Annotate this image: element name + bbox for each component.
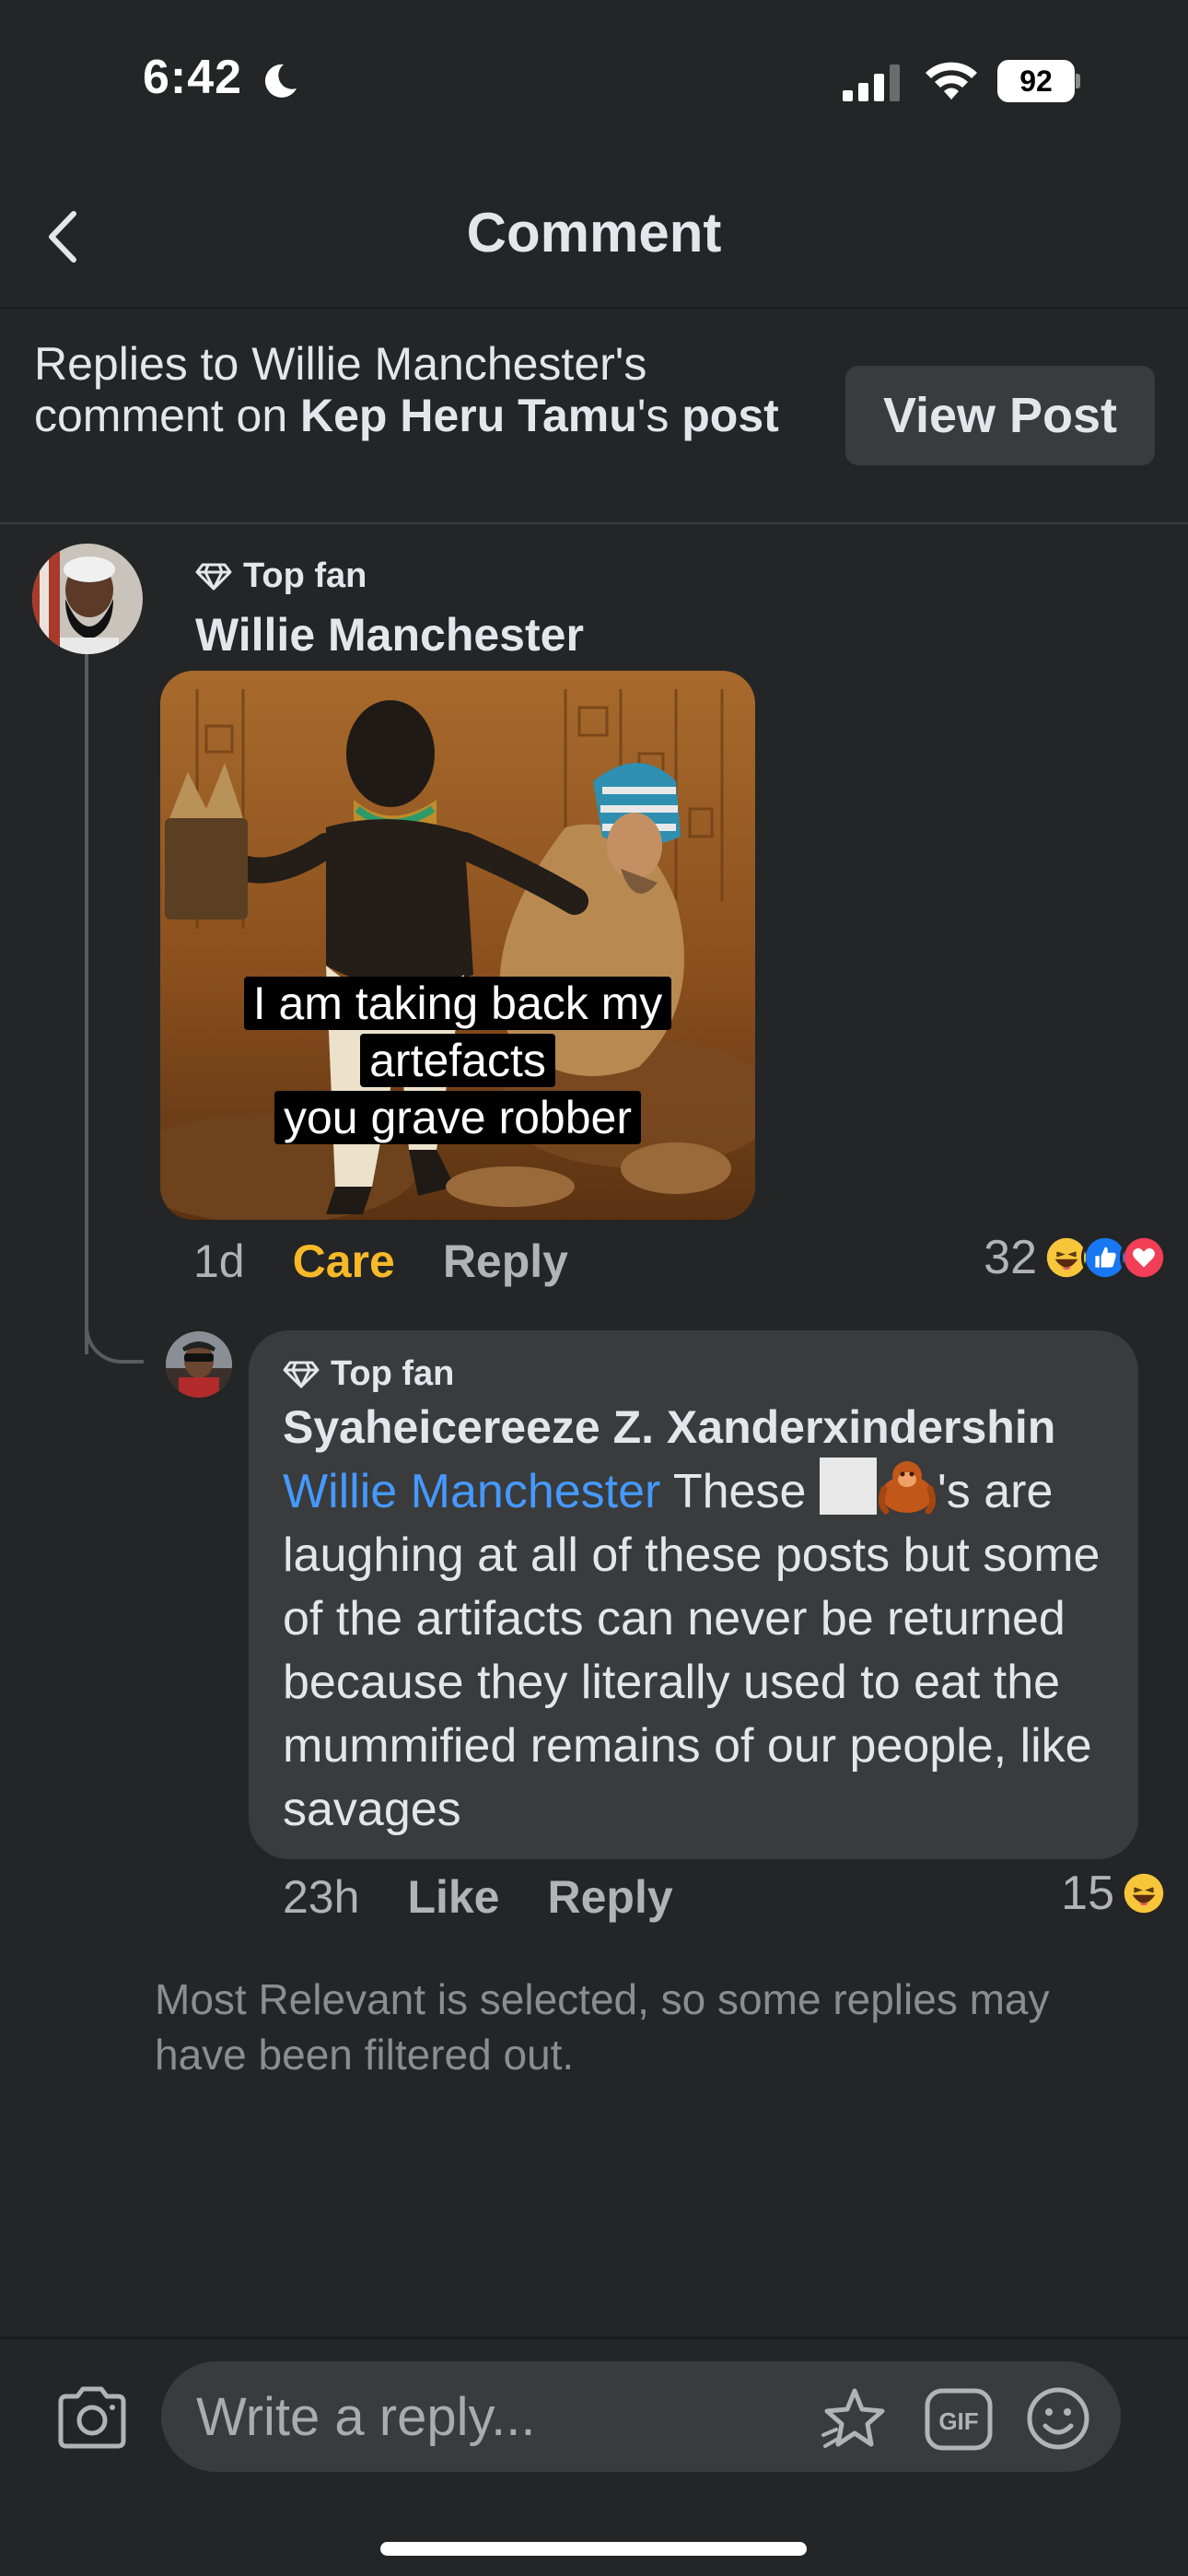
care-reaction-button[interactable]: Care <box>293 1235 395 1288</box>
top-fan-label: Top fan <box>243 556 367 595</box>
filter-notice: Most Relevant is selected, so some repli… <box>155 1975 1050 2078</box>
caption-line-2: artefacts <box>360 1034 555 1087</box>
status-time: 6:42 <box>143 51 243 104</box>
reply-text-part-2: 's are laughing at all of these posts bu… <box>283 1465 1101 1836</box>
nav-header: Comment <box>0 157 1188 309</box>
moon-icon <box>264 64 297 98</box>
emoji-icon[interactable] <box>1025 2385 1091 2452</box>
page-title: Comment <box>466 202 722 263</box>
battery-tip <box>1076 74 1080 88</box>
view-post-button[interactable]: View Post <box>845 366 1155 465</box>
thread-connector-curve <box>85 1308 144 1364</box>
avatar-willie-manchester[interactable] <box>32 544 143 654</box>
reply-author-name[interactable]: Syaheicereeze Z. Xanderxindershin <box>283 1400 1055 1454</box>
love-reaction-icon <box>1120 1234 1168 1282</box>
orangutan-emoji-icon <box>878 1461 936 1515</box>
comment-author-name[interactable]: Willie Manchester <box>195 608 584 662</box>
image-caption: I am taking back my artefacts you grave … <box>160 975 755 1146</box>
top-fan-label: Top fan <box>331 1354 455 1393</box>
banner-post-word[interactable]: post <box>681 390 779 441</box>
status-bar: 6:42 92 <box>0 0 1188 157</box>
top-fan-badge: Top fan <box>195 556 367 596</box>
reaction-count: 15 <box>1061 1867 1114 1920</box>
thread-connector-line <box>85 654 88 1354</box>
reply-button[interactable]: Reply <box>548 1870 673 1924</box>
white-square-emoji <box>819 1458 877 1515</box>
comment-image[interactable]: I am taking back my artefacts you grave … <box>160 671 755 1220</box>
reaction-summary[interactable]: 32 <box>984 1230 1168 1285</box>
banner-possessive: 's <box>636 390 682 441</box>
reply-age: 23h <box>283 1871 360 1923</box>
signal-icon <box>843 64 900 101</box>
reaction-count: 32 <box>984 1231 1037 1284</box>
wifi-icon <box>926 62 977 100</box>
comment-actions: 1d Care Reply <box>193 1235 568 1288</box>
diamond-icon <box>195 563 232 590</box>
gif-icon[interactable]: GIF <box>924 2387 994 2452</box>
replies-context-text: Replies to Willie Manchester's comment o… <box>34 338 808 441</box>
avatar-syaheicereeze[interactable] <box>166 1331 232 1398</box>
replies-banner: Replies to Willie Manchester's comment o… <box>0 310 1188 524</box>
comment-screen: 6:42 92 Comment Replies to Willie Manche… <box>0 0 1188 2576</box>
svg-text:GIF: GIF <box>938 2407 978 2435</box>
top-fan-badge-reply: Top fan <box>283 1354 454 1394</box>
camera-icon[interactable] <box>55 2385 129 2450</box>
battery-level: 92 <box>1019 64 1053 98</box>
reply-button[interactable]: Reply <box>443 1235 568 1288</box>
reply-text: Willie Manchester These 's are laughing … <box>283 1458 1116 1842</box>
comment-age: 1d <box>193 1235 245 1287</box>
haha-reaction-icon <box>1120 1869 1168 1917</box>
reply-reaction-summary[interactable]: 15 <box>1061 1866 1168 1921</box>
home-indicator[interactable] <box>380 2542 807 2556</box>
diamond-icon <box>283 1361 320 1388</box>
mention-link[interactable]: Willie Manchester <box>283 1465 660 1518</box>
reply-actions: 23h Like Reply <box>283 1870 673 1924</box>
caption-line-1: I am taking back my <box>243 977 672 1030</box>
battery-indicator: 92 <box>997 60 1080 102</box>
caption-line-3: you grave robber <box>274 1091 641 1144</box>
like-button[interactable]: Like <box>407 1870 499 1924</box>
banner-page-name[interactable]: Kep Heru Tamu <box>300 390 637 441</box>
reply-composer: GIF <box>0 2336 1188 2576</box>
avatar-sticker-icon[interactable] <box>820 2383 890 2453</box>
reply-text-part-1: These <box>660 1465 820 1518</box>
